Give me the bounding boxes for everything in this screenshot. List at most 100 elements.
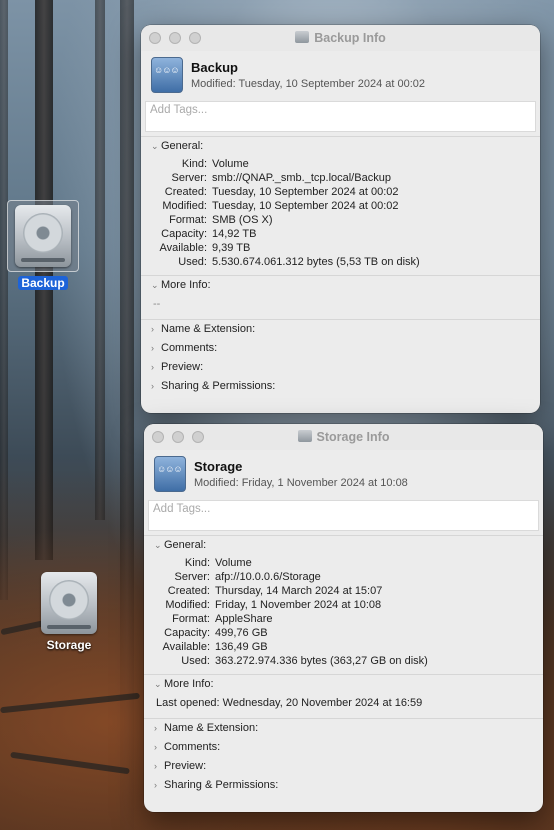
property-value: Tuesday, 10 September 2024 at 00:02 bbox=[212, 200, 399, 212]
tags-field[interactable]: Add Tags... bbox=[148, 500, 539, 531]
property-key: Server: bbox=[171, 172, 207, 184]
chevron-down-icon: ⌄ bbox=[154, 540, 162, 550]
property-key: Format: bbox=[169, 214, 207, 226]
property-key: Available: bbox=[162, 641, 211, 653]
property-value: 136,49 GB bbox=[215, 641, 268, 653]
backup-info-window: Backup Info Backup Modified: Tuesday, 10… bbox=[141, 25, 540, 413]
comments-disclosure[interactable]: › Comments: bbox=[141, 339, 540, 358]
preview-disclosure[interactable]: › Preview: bbox=[141, 358, 540, 377]
property-row: Created: Thursday, 14 March 2024 at 15:07 bbox=[144, 584, 543, 598]
desktop-icon-storage[interactable]: Storage bbox=[33, 572, 105, 652]
desktop-icon-backup[interactable]: Backup bbox=[7, 200, 79, 290]
property-row: Capacity: 499,76 GB bbox=[144, 626, 543, 640]
property-row: Created: Tuesday, 10 September 2024 at 00… bbox=[141, 185, 540, 199]
property-key: Capacity: bbox=[161, 228, 207, 240]
chevron-right-icon: › bbox=[154, 742, 157, 752]
property-value: Tuesday, 10 September 2024 at 00:02 bbox=[212, 186, 399, 198]
property-value: AppleShare bbox=[215, 613, 273, 625]
chevron-right-icon: › bbox=[151, 362, 154, 372]
volume-icon bbox=[297, 430, 312, 442]
property-row: Used: 363.272.974.336 bytes (363,27 GB on… bbox=[144, 654, 543, 668]
chevron-right-icon: › bbox=[151, 324, 154, 334]
comments-disclosure[interactable]: › Comments: bbox=[144, 738, 543, 757]
chevron-down-icon: ⌄ bbox=[154, 679, 162, 689]
desktop-icon-label: Storage bbox=[46, 638, 92, 652]
general-disclosure[interactable]: ⌄ General: bbox=[144, 536, 543, 555]
chevron-right-icon: › bbox=[154, 780, 157, 790]
property-row: Format: SMB (OS X) bbox=[141, 213, 540, 227]
property-row: Modified: Friday, 1 November 2024 at 10:0… bbox=[144, 598, 543, 612]
property-value: Volume bbox=[215, 557, 252, 569]
property-row: Format: AppleShare bbox=[144, 612, 543, 626]
sharing-permissions-disclosure[interactable]: › Sharing & Permissions: bbox=[141, 377, 540, 396]
property-row: Kind: Volume bbox=[141, 157, 540, 171]
property-key: Used: bbox=[178, 256, 207, 268]
storage-info-window: Storage Info Storage Modified: Friday, 1… bbox=[144, 424, 543, 812]
network-volume-icon bbox=[154, 456, 186, 492]
storage-disk-icon bbox=[41, 572, 97, 634]
property-key: Server: bbox=[174, 571, 210, 583]
name-extension-disclosure[interactable]: › Name & Extension: bbox=[141, 320, 540, 339]
property-key: Created: bbox=[167, 585, 210, 597]
name-extension-disclosure[interactable]: › Name & Extension: bbox=[144, 719, 543, 738]
volume-icon bbox=[295, 31, 310, 43]
property-value: Friday, 1 November 2024 at 10:08 bbox=[215, 599, 382, 611]
backup-disk-icon bbox=[7, 200, 79, 272]
chevron-down-icon: ⌄ bbox=[151, 280, 159, 290]
property-value: smb://QNAP._smb._tcp.local/Backup bbox=[212, 172, 391, 184]
modified-date: Modified: Tuesday, 10 September 2024 at … bbox=[191, 78, 426, 90]
property-key: Kind: bbox=[184, 557, 210, 569]
titlebar[interactable]: Storage Info bbox=[144, 424, 543, 450]
window-title: Backup Info bbox=[141, 31, 540, 45]
more-info-section: ⌄ More Info: -- bbox=[141, 275, 540, 319]
item-name: Backup bbox=[191, 60, 238, 75]
property-row: Available: 136,49 GB bbox=[144, 640, 543, 654]
item-name: Storage bbox=[194, 459, 243, 474]
titlebar[interactable]: Backup Info bbox=[141, 25, 540, 51]
property-row: Server: smb://QNAP._smb._tcp.local/Backup bbox=[141, 171, 540, 185]
property-value: 14,92 TB bbox=[212, 228, 257, 240]
chevron-right-icon: › bbox=[151, 381, 154, 391]
property-value: Volume bbox=[212, 158, 249, 170]
desktop-icon-label: Backup bbox=[18, 276, 68, 290]
more-info-text: Last opened: Wednesday, 20 November 2024… bbox=[156, 697, 423, 709]
preview-disclosure[interactable]: › Preview: bbox=[144, 757, 543, 776]
chevron-right-icon: › bbox=[151, 343, 154, 353]
more-info-disclosure[interactable]: ⌄ More Info: bbox=[144, 675, 543, 694]
more-info-section: ⌄ More Info: Last opened: Wednesday, 20 N… bbox=[144, 674, 543, 718]
property-key: Used: bbox=[181, 655, 210, 667]
more-info-text: -- bbox=[153, 298, 161, 310]
property-row: Available: 9,39 TB bbox=[141, 241, 540, 255]
network-volume-icon bbox=[151, 57, 183, 93]
general-section: ⌄ General: Kind: Volume Server: afp://10.0.0… bbox=[144, 535, 543, 674]
property-key: Modified: bbox=[162, 200, 207, 212]
general-disclosure[interactable]: ⌄ General: bbox=[141, 137, 540, 156]
property-row: Server: afp://10.0.0.6/Storage bbox=[144, 570, 543, 584]
property-key: Kind: bbox=[181, 158, 207, 170]
more-info-disclosure[interactable]: ⌄ More Info: bbox=[141, 276, 540, 295]
property-key: Modified: bbox=[165, 599, 210, 611]
property-value: SMB (OS X) bbox=[212, 214, 273, 226]
property-key: Capacity: bbox=[164, 627, 210, 639]
property-row: Kind: Volume bbox=[144, 556, 543, 570]
window-title: Storage Info bbox=[144, 430, 543, 444]
property-key: Available: bbox=[159, 242, 208, 254]
property-value: afp://10.0.0.6/Storage bbox=[215, 571, 321, 583]
property-row: Used: 5.530.674.061.312 bytes (5,53 TB on… bbox=[141, 255, 540, 269]
tags-field[interactable]: Add Tags... bbox=[145, 101, 536, 132]
sharing-permissions-disclosure[interactable]: › Sharing & Permissions: bbox=[144, 776, 543, 795]
property-row: Modified: Tuesday, 10 September 2024 at 0… bbox=[141, 199, 540, 213]
chevron-right-icon: › bbox=[154, 761, 157, 771]
property-value: 363.272.974.336 bytes (363,27 GB on disk… bbox=[215, 655, 428, 667]
property-key: Created: bbox=[164, 186, 207, 198]
property-value: 5.530.674.061.312 bytes (5,53 TB on disk… bbox=[212, 256, 420, 268]
property-value: 499,76 GB bbox=[215, 627, 268, 639]
chevron-right-icon: › bbox=[154, 723, 157, 733]
property-value: Thursday, 14 March 2024 at 15:07 bbox=[215, 585, 383, 597]
chevron-down-icon: ⌄ bbox=[151, 141, 159, 151]
modified-date: Modified: Friday, 1 November 2024 at 10:… bbox=[194, 477, 408, 489]
property-row: Capacity: 14,92 TB bbox=[141, 227, 540, 241]
general-section: ⌄ General: Kind: Volume Server: smb://QNAP._… bbox=[141, 136, 540, 275]
property-value: 9,39 TB bbox=[212, 242, 251, 254]
property-key: Format: bbox=[172, 613, 210, 625]
